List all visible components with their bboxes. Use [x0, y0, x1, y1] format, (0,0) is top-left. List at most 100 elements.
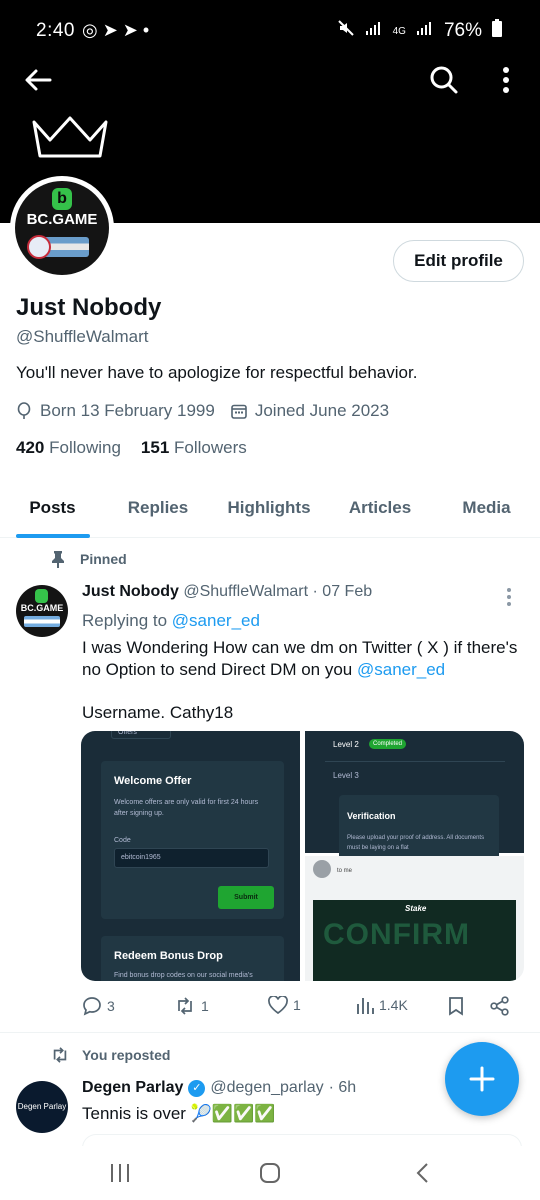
completed-badge: Completed — [369, 739, 407, 749]
share-button[interactable] — [490, 996, 510, 1016]
profile-name: Just Nobody — [16, 294, 162, 321]
tab-media[interactable]: Media — [433, 478, 540, 538]
join-date: Joined June 2023 — [231, 401, 389, 421]
profile-bio: You'll never have to apologize for respe… — [16, 363, 418, 382]
tab-active-indicator — [15, 534, 90, 538]
edit-profile-button[interactable]: Edit profile — [393, 240, 524, 282]
verification-card — [339, 795, 499, 865]
bonus-drop-desc: Find bonus drop codes on our social medi… — [114, 972, 253, 979]
avatar-brand-text: BC.GAME — [26, 211, 98, 228]
profile-handle: @ShuffleWalmart — [16, 327, 149, 346]
tab-label: Posts — [29, 498, 76, 517]
tab-replies[interactable]: Replies — [105, 478, 211, 538]
tab-highlights[interactable]: Highlights — [211, 478, 327, 538]
plus-icon — [469, 1066, 495, 1092]
confirm-text: CONFIRM — [323, 918, 470, 951]
back-nav-button[interactable] — [402, 1158, 442, 1188]
media-image-1[interactable]: Offers Welcome Offer Welcome offers are … — [81, 731, 300, 981]
home-button[interactable] — [250, 1158, 290, 1188]
more-options-button[interactable] — [488, 60, 524, 100]
post-author-handle[interactable]: @ShuffleWalmart — [183, 583, 308, 600]
stake-logo: Stake — [405, 904, 427, 913]
level-3-label: Level 3 — [333, 771, 359, 780]
post-text: I was Wondering How can we dm on Twitter… — [82, 637, 522, 681]
profile-tabs: Posts Replies Highlights Articles Media — [0, 478, 540, 538]
divider — [325, 761, 505, 762]
post-header: Degen Parlay ✓ @degen_parlay · 6h — [82, 1079, 356, 1097]
like-count: 1 — [293, 997, 301, 1013]
verified-badge-icon: ✓ — [188, 1079, 206, 1097]
media-image-2[interactable]: Level 2 Completed Level 3 Verification P… — [305, 731, 524, 865]
reply-button[interactable]: 3 — [82, 996, 115, 1016]
media-image-3[interactable]: to me CONFIRM Stake — [305, 856, 524, 981]
tab-label: Media — [462, 498, 511, 517]
post-text: Tennis is over 🎾✅✅✅ — [82, 1104, 276, 1123]
code-field: ebitcoin1965 — [114, 848, 269, 868]
notification-icons: ◎ ➤ ➤ • — [82, 20, 150, 40]
pinned-label: Pinned — [80, 551, 127, 567]
followers-count: 151 — [140, 438, 170, 457]
repost-button[interactable]: 1 — [174, 996, 209, 1016]
following-link[interactable]: 420 Following — [16, 438, 121, 458]
back-arrow-icon — [25, 69, 52, 91]
post-author-handle[interactable]: @degen_parlay — [210, 1079, 323, 1097]
recent-apps-button[interactable] — [100, 1158, 140, 1188]
post-body: I was Wondering How can we dm on Twitter… — [82, 638, 518, 679]
repost-count: 1 — [201, 998, 209, 1014]
tab-articles[interactable]: Articles — [327, 478, 433, 538]
sender-avatar — [313, 860, 331, 878]
signal-icon-2 — [416, 20, 434, 42]
replying-to: Replying to @saner_ed — [82, 611, 260, 631]
post-author-name[interactable]: Degen Parlay — [82, 1079, 183, 1097]
post-author-avatar[interactable]: Degen Parlay — [16, 1081, 68, 1133]
compose-post-button[interactable] — [445, 1042, 519, 1116]
battery-level: 76% — [443, 20, 482, 41]
post-more-button[interactable] — [506, 587, 512, 612]
post-time: · 6h — [328, 1079, 357, 1096]
post-author-avatar[interactable]: BC.GAME — [16, 585, 68, 637]
like-button[interactable]: 1 — [268, 996, 301, 1014]
bookmark-icon — [449, 997, 463, 1016]
recent-apps-icon — [111, 1164, 129, 1182]
follow-stats: 420 Following 151 Followers — [16, 438, 247, 458]
balloon-icon — [17, 402, 31, 419]
system-nav-bar — [0, 1146, 540, 1200]
views-button[interactable]: 1.4K — [356, 996, 408, 1014]
reply-icon — [83, 997, 101, 1016]
pin-icon — [52, 551, 64, 568]
more-vertical-icon — [507, 588, 511, 606]
code-label: Code — [114, 837, 131, 844]
status-bar: 2:40 ◎ ➤ ➤ • 4G 76% — [0, 14, 540, 48]
level-2-label: Level 2 — [333, 740, 359, 749]
bookmark-button[interactable] — [448, 996, 464, 1016]
verification-desc: Please upload your proof of address. All… — [347, 835, 485, 851]
status-time: 2:40 — [36, 20, 75, 41]
post-date: · 07 Feb — [312, 583, 373, 600]
tab-label: Highlights — [227, 498, 311, 517]
followers-link[interactable]: 151 Followers — [141, 438, 247, 458]
mute-icon — [337, 19, 355, 43]
bonus-drop-title: Redeem Bonus Drop — [114, 950, 223, 962]
profile-avatar[interactable]: b BC.GAME — [10, 176, 114, 280]
views-count: 1.4K — [379, 997, 408, 1013]
offers-dropdown: Offers — [111, 731, 171, 739]
post-divider — [0, 1032, 540, 1033]
share-icon — [490, 996, 509, 1016]
avatar: b BC.GAME — [15, 181, 109, 275]
back-chevron-icon — [416, 1163, 428, 1183]
pinned-indicator: Pinned — [50, 550, 127, 568]
joined-text: Joined June 2023 — [254, 401, 390, 420]
post-actions: 3 1 1 1.4K — [82, 996, 522, 1020]
post-header: Just Nobody @ShuffleWalmart · 07 Feb — [82, 583, 372, 601]
mention-link[interactable]: @saner_ed — [357, 660, 445, 679]
heart-icon — [268, 996, 288, 1014]
bcgame-logo: b — [52, 188, 72, 210]
post-author-name[interactable]: Just Nobody — [82, 583, 179, 600]
replying-to-link[interactable]: @saner_ed — [172, 611, 260, 630]
welcome-offer-desc: Welcome offers are only valid for first … — [114, 799, 259, 817]
search-button[interactable] — [424, 60, 464, 100]
back-button[interactable] — [18, 60, 58, 100]
home-icon — [260, 1163, 280, 1183]
tab-posts[interactable]: Posts — [0, 478, 105, 538]
signal-icon — [365, 20, 383, 42]
